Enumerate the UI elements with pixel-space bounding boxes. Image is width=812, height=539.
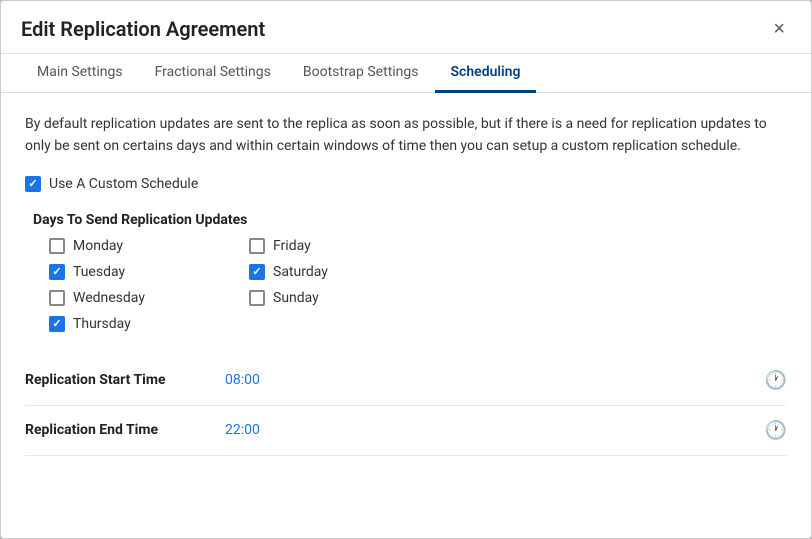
modal-header: Edit Replication Agreement ×: [1, 1, 811, 54]
day-label-monday: Monday: [73, 238, 123, 254]
replication-start-row: Replication Start Time 08:00 🕐: [25, 356, 787, 406]
custom-schedule-row: Use A Custom Schedule: [25, 176, 787, 192]
days-section: Days To Send Replication Updates Monday …: [33, 212, 787, 332]
day-row-thursday: Thursday: [49, 316, 249, 332]
replication-start-value: 08:00: [225, 372, 765, 388]
checkbox-sunday[interactable]: [249, 290, 265, 306]
day-row-wednesday: Wednesday: [49, 290, 249, 306]
tab-main-settings[interactable]: Main Settings: [21, 54, 139, 93]
day-label-sunday: Sunday: [273, 290, 319, 306]
custom-schedule-label[interactable]: Use A Custom Schedule: [49, 176, 198, 192]
days-section-title: Days To Send Replication Updates: [33, 212, 787, 228]
replication-start-label: Replication Start Time: [25, 372, 225, 388]
replication-end-clock-icon[interactable]: 🕐: [765, 420, 787, 441]
day-label-tuesday: Tuesday: [73, 264, 125, 280]
day-label-friday: Friday: [273, 238, 311, 254]
day-row-monday: Monday: [49, 238, 249, 254]
custom-schedule-checkbox[interactable]: [25, 176, 41, 192]
description-text: By default replication updates are sent …: [25, 113, 787, 158]
checkbox-thursday[interactable]: [49, 316, 65, 332]
edit-replication-modal: Edit Replication Agreement × Main Settin…: [0, 0, 812, 539]
replication-end-label: Replication End Time: [25, 422, 225, 438]
checkbox-saturday[interactable]: [249, 264, 265, 280]
tab-bootstrap-settings[interactable]: Bootstrap Settings: [287, 54, 435, 93]
checkbox-monday[interactable]: [49, 238, 65, 254]
tab-scheduling[interactable]: Scheduling: [435, 54, 537, 93]
day-label-saturday: Saturday: [273, 264, 328, 280]
day-label-wednesday: Wednesday: [73, 290, 145, 306]
days-grid: Monday Friday Tuesday Saturday: [49, 238, 787, 332]
day-label-thursday: Thursday: [73, 316, 131, 332]
replication-end-value: 22:00: [225, 422, 765, 438]
tab-bar: Main Settings Fractional Settings Bootst…: [1, 54, 811, 93]
day-row-saturday: Saturday: [249, 264, 449, 280]
replication-start-clock-icon[interactable]: 🕐: [765, 370, 787, 391]
checkbox-wednesday[interactable]: [49, 290, 65, 306]
replication-end-row: Replication End Time 22:00 🕐: [25, 406, 787, 456]
tab-fractional-settings[interactable]: Fractional Settings: [139, 54, 287, 93]
day-row-friday: Friday: [249, 238, 449, 254]
modal-body: By default replication updates are sent …: [1, 93, 811, 476]
checkbox-tuesday[interactable]: [49, 264, 65, 280]
checkbox-friday[interactable]: [249, 238, 265, 254]
day-row-sunday: Sunday: [249, 290, 449, 306]
modal-title: Edit Replication Agreement: [21, 17, 265, 41]
close-button[interactable]: ×: [767, 17, 791, 41]
day-row-tuesday: Tuesday: [49, 264, 249, 280]
